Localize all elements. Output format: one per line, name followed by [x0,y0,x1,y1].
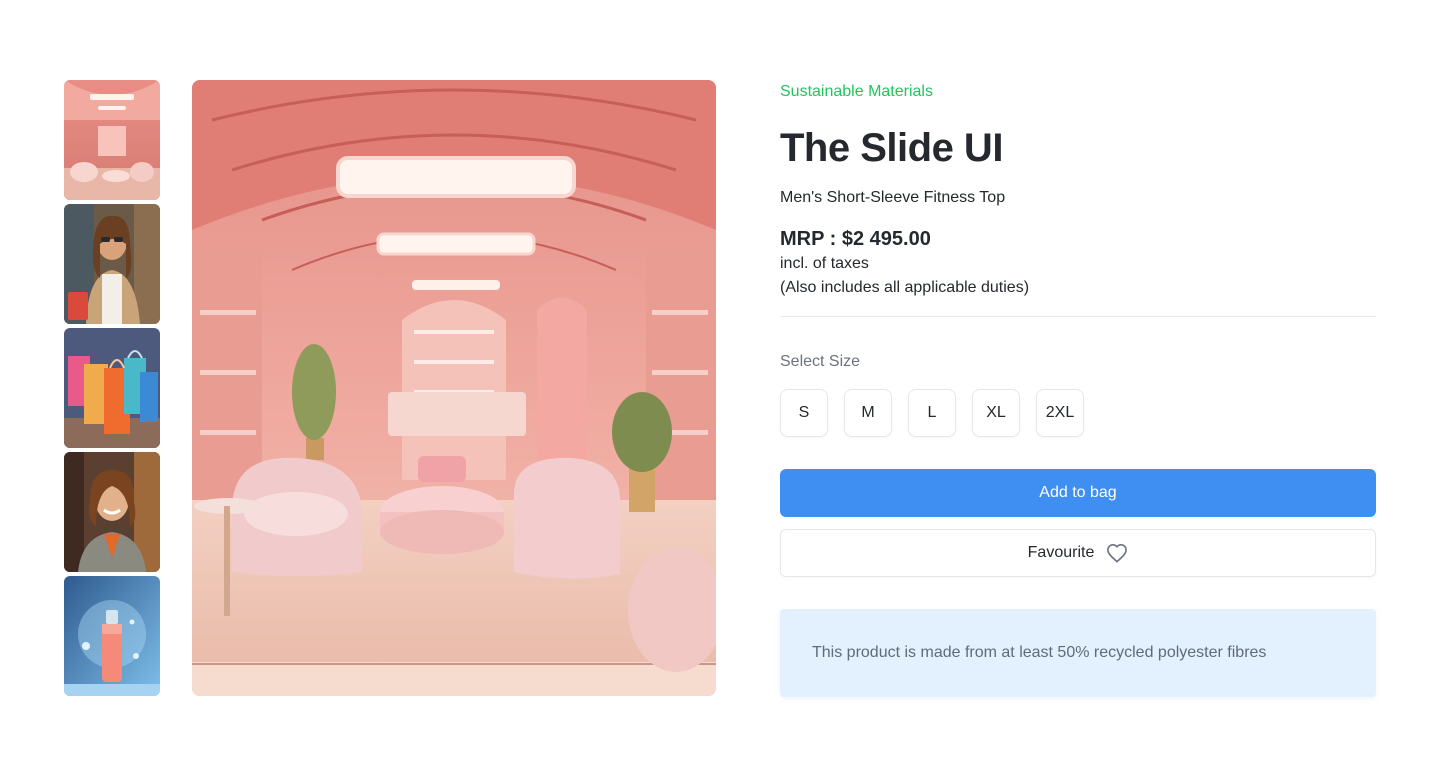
favourite-label: Favourite [1027,544,1095,561]
add-to-bag-button[interactable]: Add to bag [780,469,1376,517]
thumbnail-cosmetic-bottle[interactable] [64,576,160,696]
divider [780,316,1376,317]
product-title: The Slide UI [780,126,1003,170]
thumbnail-store-interior[interactable] [64,80,160,200]
size-option-s[interactable]: S [780,389,828,437]
duties-note: (Also includes all applicable duties) [780,279,1030,296]
sustainability-info: This product is made from at least 50% r… [780,609,1376,697]
main-product-image [192,80,716,696]
favourite-button[interactable]: Favourite [780,529,1376,577]
size-options: S M L XL 2XL [780,389,1376,437]
thumbnail-list [64,80,160,696]
size-option-m[interactable]: M [844,389,892,437]
size-label: Select Size [780,353,861,370]
product-subtitle: Men's Short-Sleeve Fitness Top [780,189,1006,206]
size-option-l[interactable]: L [908,389,956,437]
sustainability-text: This product is made from at least 50% r… [812,644,1267,661]
eyebrow-label: Sustainable Materials [780,83,933,100]
size-option-xl[interactable]: XL [972,389,1020,437]
product-page: Sustainable Materials The Slide UI Men's… [0,0,1440,776]
product-price: MRP : $2 495.00 [780,228,931,250]
thumbnail-shopping-bags[interactable] [64,328,160,448]
thumbnail-smiling-woman[interactable] [64,452,160,572]
tax-note: incl. of taxes [780,255,869,272]
heart-icon [1106,543,1128,563]
product-details: Sustainable Materials The Slide UI Men's… [780,80,1376,697]
size-option-2xl[interactable]: 2XL [1036,389,1084,437]
thumbnail-woman-shopping[interactable] [64,204,160,324]
